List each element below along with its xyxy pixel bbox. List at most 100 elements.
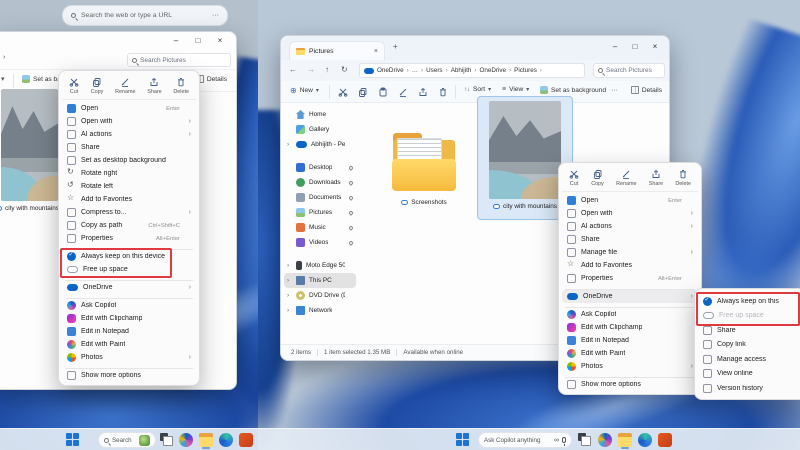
set-as-background-button[interactable]: Set as background bbox=[537, 84, 609, 96]
minimize-button[interactable]: – bbox=[607, 42, 623, 53]
menu-item[interactable]: Ask Copilot bbox=[62, 299, 196, 312]
breadcrumb-item[interactable]: Abhijith bbox=[451, 67, 480, 74]
folder-tile[interactable]: Screenshots bbox=[381, 133, 467, 253]
menu-item[interactable]: Ask Copilot bbox=[562, 308, 698, 321]
sidebar-item[interactable]: › DVD Drive (D:) CCC bbox=[284, 288, 356, 303]
sidebar-item[interactable]: › Home bbox=[284, 107, 356, 122]
submenu-item[interactable]: Share bbox=[698, 323, 798, 338]
breadcrumb-item[interactable]: OneDrive bbox=[479, 67, 514, 74]
rename-button[interactable]: Rename bbox=[113, 76, 137, 96]
details-button[interactable]: Details bbox=[628, 84, 665, 96]
menu-item[interactable]: Share bbox=[62, 141, 196, 154]
rename-button[interactable] bbox=[395, 85, 411, 99]
image-thumbnail[interactable] bbox=[1, 89, 58, 201]
maximize-button[interactable]: □ bbox=[627, 42, 643, 53]
menu-item[interactable]: Properties Alt+Enter bbox=[62, 232, 196, 245]
cut-button[interactable]: Cut bbox=[567, 168, 581, 188]
taskbar-search[interactable]: Search bbox=[98, 432, 156, 448]
menu-item[interactable]: Compress to... bbox=[62, 206, 196, 219]
sidebar-item[interactable]: › Moto Edge 50 Neo bbox=[284, 258, 356, 273]
share-button[interactable]: Share bbox=[647, 168, 665, 188]
submenu-item[interactable]: Always keep on this device bbox=[698, 294, 798, 309]
menu-item[interactable]: Edit with Clipchamp bbox=[62, 312, 196, 325]
breadcrumb-item[interactable]: Users bbox=[426, 67, 451, 74]
menu-item[interactable]: Share bbox=[562, 233, 698, 246]
menu-item[interactable]: Edit with Paint bbox=[62, 338, 196, 351]
copy-button[interactable]: Copy bbox=[589, 168, 606, 188]
menu-item[interactable]: Open Enter bbox=[562, 194, 698, 207]
menu-item[interactable]: Manage file bbox=[562, 246, 698, 259]
new-tab-button[interactable]: + bbox=[393, 42, 398, 51]
breadcrumb-item[interactable]: OneDrive bbox=[377, 67, 412, 74]
menu-item[interactable]: Open with bbox=[562, 207, 698, 220]
submenu-item[interactable]: Manage access bbox=[698, 352, 798, 367]
breadcrumb-bar[interactable]: OneDrive…UsersAbhijithOneDrivePictures bbox=[359, 63, 585, 78]
rename-button[interactable]: Rename bbox=[614, 168, 638, 188]
delete-button[interactable]: Delete bbox=[673, 168, 693, 188]
sort-button[interactable]: ↑↓ Sort ▾ bbox=[461, 84, 494, 95]
file-explorer-button[interactable] bbox=[618, 433, 632, 447]
copilot-button[interactable] bbox=[179, 433, 193, 447]
taskbar-copilot-search[interactable]: Ask Copilot anything ∞ bbox=[478, 432, 572, 448]
view-caret-icon[interactable]: ▾ bbox=[1, 75, 5, 83]
maximize-button[interactable]: □ bbox=[190, 36, 206, 47]
refresh-icon[interactable]: ↻ bbox=[341, 65, 348, 74]
menu-item[interactable]: Rotate right bbox=[62, 167, 196, 180]
m365-button[interactable] bbox=[658, 433, 672, 447]
sidebar-item[interactable]: › Network bbox=[284, 303, 356, 318]
menu-item[interactable]: Show more options bbox=[562, 378, 698, 391]
sidebar-item[interactable]: › Pictures bbox=[284, 205, 356, 220]
menu-item[interactable]: Edit with Clipchamp bbox=[562, 321, 698, 334]
more-icon[interactable]: ··· bbox=[212, 12, 219, 19]
menu-item[interactable]: Show more options bbox=[62, 369, 196, 382]
forward-icon[interactable]: → bbox=[307, 65, 315, 74]
copy-button[interactable]: Copy bbox=[89, 76, 106, 96]
menu-item[interactable]: Always keep on this device bbox=[62, 250, 196, 263]
edge-button[interactable] bbox=[219, 433, 233, 447]
paste-button[interactable] bbox=[375, 85, 391, 99]
breadcrumb-item[interactable]: Pictures bbox=[514, 67, 545, 74]
m365-button[interactable] bbox=[239, 433, 253, 447]
sidebar-item[interactable]: › Music bbox=[284, 220, 356, 235]
menu-item[interactable]: Rotate left bbox=[62, 180, 196, 193]
up-icon[interactable]: ↑ bbox=[325, 65, 329, 74]
menu-item[interactable]: Free up space bbox=[62, 263, 196, 276]
sidebar-item[interactable]: › Abhijith - Personal bbox=[284, 137, 356, 152]
submenu-item[interactable]: Free up space bbox=[698, 309, 798, 324]
breadcrumb-item[interactable]: … bbox=[412, 67, 426, 74]
set-as-background-button[interactable]: Set as background bbox=[19, 73, 63, 85]
menu-item[interactable]: Copy as path Ctrl+Shift+C bbox=[62, 219, 196, 232]
tab-pictures[interactable]: Pictures × bbox=[289, 41, 385, 60]
search-pictures-input[interactable]: Search Pictures bbox=[593, 63, 665, 78]
delete-button[interactable]: Delete bbox=[171, 76, 191, 96]
submenu-item[interactable]: Version history bbox=[698, 381, 798, 396]
submenu-item[interactable]: View online bbox=[698, 367, 798, 382]
sidebar-item[interactable]: › Videos bbox=[284, 235, 356, 250]
view-button[interactable]: ≡ View ▾ bbox=[499, 84, 532, 95]
sidebar-item[interactable]: › bbox=[284, 250, 356, 258]
menu-item[interactable]: OneDrive bbox=[562, 290, 698, 303]
new-button[interactable]: ⊕ New ▾ bbox=[287, 84, 322, 97]
menu-item[interactable]: AI actions bbox=[62, 128, 196, 141]
tab-close-icon[interactable]: × bbox=[374, 48, 378, 55]
minimize-button[interactable]: – bbox=[168, 36, 184, 47]
close-button[interactable]: × bbox=[212, 36, 228, 47]
back-icon[interactable]: ← bbox=[289, 65, 297, 74]
copilot-button[interactable] bbox=[598, 433, 612, 447]
share-button[interactable]: Share bbox=[145, 76, 163, 96]
expand-chevron-icon[interactable]: › bbox=[287, 262, 292, 269]
cut-button[interactable] bbox=[335, 85, 351, 99]
close-button[interactable]: × bbox=[647, 42, 663, 53]
menu-item[interactable]: Open Enter bbox=[62, 102, 196, 115]
edge-button[interactable] bbox=[638, 433, 652, 447]
menu-item[interactable]: Open with bbox=[62, 115, 196, 128]
expand-chevron-icon[interactable]: › bbox=[287, 141, 292, 148]
sidebar-item[interactable]: › Gallery bbox=[284, 122, 356, 137]
expand-chevron-icon[interactable]: › bbox=[287, 307, 292, 314]
sidebar-item[interactable]: › Desktop bbox=[284, 160, 356, 175]
search-pictures-input[interactable]: Search Pictures bbox=[127, 53, 231, 67]
start-button[interactable] bbox=[66, 433, 80, 447]
submenu-item[interactable]: Copy link bbox=[698, 338, 798, 353]
sidebar-item[interactable]: › Downloads bbox=[284, 175, 356, 190]
file-explorer-button[interactable] bbox=[199, 433, 213, 447]
